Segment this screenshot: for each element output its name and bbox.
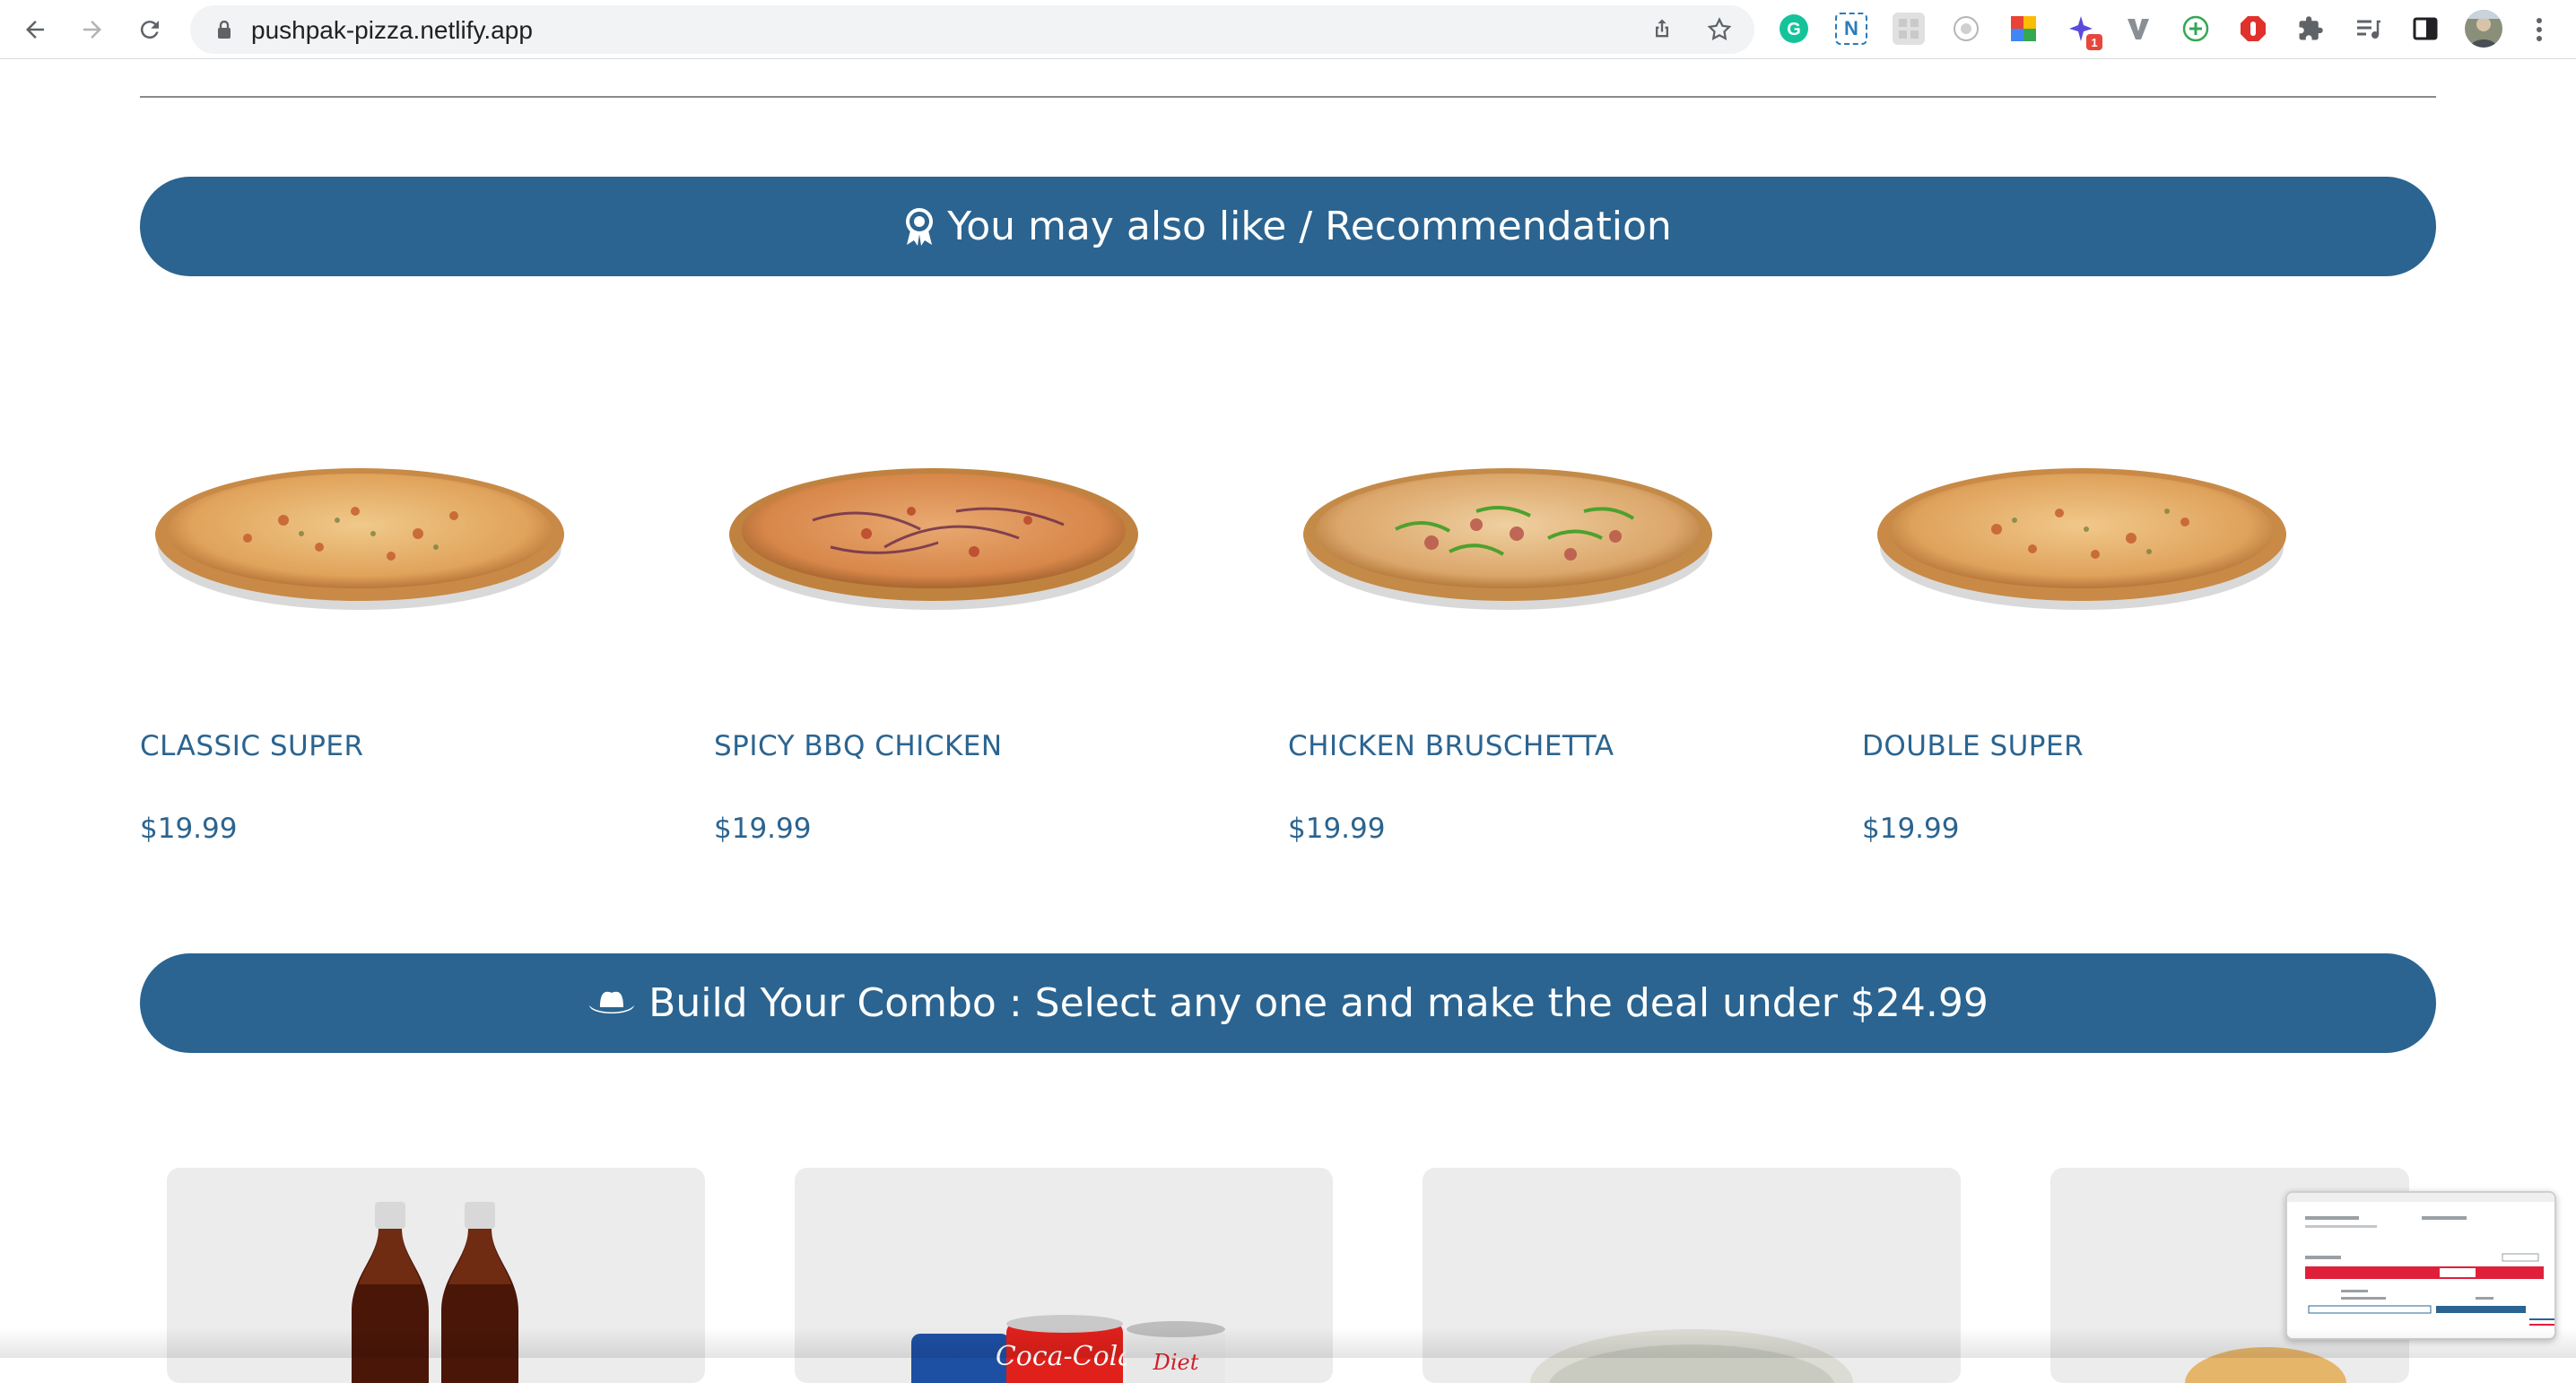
recommendation-title: You may also like / Recommendation [947, 204, 1672, 249]
extension-plus-icon[interactable] [2180, 13, 2212, 45]
reload-icon[interactable] [133, 13, 167, 47]
extension-eye-icon[interactable] [1950, 13, 1982, 45]
pizza-name[interactable]: CHICKEN BRUSCHETTA [1288, 730, 1614, 762]
extension-colorful-icon[interactable] [2007, 13, 2040, 45]
pizza-image [729, 468, 1138, 610]
cart-preview-image [2287, 1193, 2554, 1326]
combo-title: Build Your Combo : Select any one and ma… [648, 980, 1989, 1026]
bookmark-star-icon[interactable] [1706, 16, 1733, 43]
url-text: pushpak-pizza.netlify.app [251, 16, 533, 44]
extension-badge: 1 [2086, 34, 2102, 50]
recommendation-banner: You may also like / Recommendation [140, 177, 2436, 276]
pizza-price: $19.99 [1862, 813, 1960, 845]
forward-icon[interactable] [75, 13, 109, 47]
pizza-price: $19.99 [1288, 813, 1386, 845]
extension-shield-icon[interactable] [2237, 13, 2269, 45]
pizza-card-chicken-bruschetta[interactable]: CHICKEN BRUSCHETTA $19.99 [1288, 395, 1790, 861]
svg-text:G: G [1787, 20, 1801, 39]
puzzle-icon[interactable] [2294, 13, 2327, 45]
award-icon [904, 207, 935, 247]
lock-icon [218, 21, 231, 39]
pizza-price: $19.99 [714, 813, 812, 845]
pizza-image [1877, 468, 2286, 610]
extension-grid-icon[interactable] [1893, 13, 1925, 45]
share-icon[interactable] [1649, 16, 1675, 43]
profile-avatar[interactable] [2465, 10, 2502, 48]
extension-v-icon[interactable] [2122, 13, 2154, 45]
side-panel-icon[interactable] [2409, 13, 2441, 45]
menu-kebab-icon[interactable] [2526, 13, 2553, 47]
back-icon[interactable] [18, 13, 52, 47]
grammarly-icon[interactable]: G [1778, 13, 1810, 45]
section-divider [140, 96, 2436, 98]
pizza-name[interactable]: SPICY BBQ CHICKEN [714, 730, 1003, 762]
cart-preview-thumbnail[interactable] [2285, 1191, 2556, 1340]
pizza-name[interactable]: CLASSIC SUPER [140, 730, 364, 762]
hat-icon [587, 987, 636, 1020]
pizza-name[interactable]: DOUBLE SUPER [1862, 730, 2084, 762]
media-control-icon[interactable] [2352, 13, 2384, 45]
pizza-price: $19.99 [140, 813, 238, 845]
extension-sparkle-icon[interactable]: 1 [2065, 13, 2102, 50]
browser-toolbar: pushpak-pizza.netlify.app G N 1 [0, 0, 2576, 59]
pizza-image [155, 468, 564, 610]
pizza-card-classic-super[interactable]: CLASSIC SUPER $19.99 [140, 395, 642, 861]
combo-banner: Build Your Combo : Select any one and ma… [140, 953, 2436, 1053]
pizza-card-double-super[interactable]: DOUBLE SUPER $19.99 [1862, 395, 2364, 861]
extension-n-icon[interactable]: N [1835, 13, 1867, 45]
pizza-image [1303, 468, 1712, 610]
address-bar[interactable]: pushpak-pizza.netlify.app [190, 5, 1754, 54]
viewport-bottom-shadow [0, 1327, 2576, 1358]
pizza-card-spicy-bbq-chicken[interactable]: SPICY BBQ CHICKEN $19.99 [714, 395, 1216, 861]
